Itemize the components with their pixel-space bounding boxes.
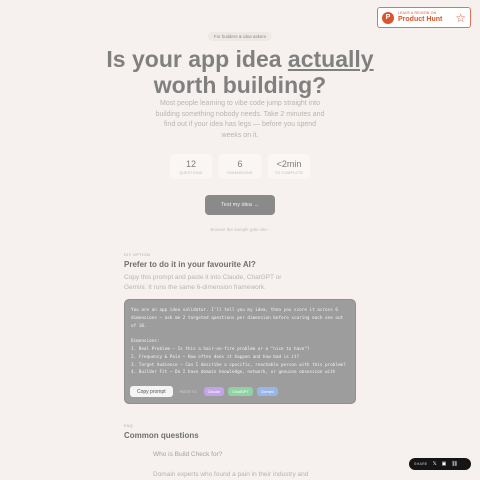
diy-kicker: DIY OPTION xyxy=(124,252,151,257)
stats-row: 12 QUESTIONS 6 DIMENSIONS <2min TO COMPL… xyxy=(170,154,310,179)
prompt-actions: Copy prompt PASTE TO Claude ChatGPT Gemi… xyxy=(130,386,278,397)
stat-value: 6 xyxy=(237,158,243,169)
claude-chip[interactable]: Claude xyxy=(203,387,225,396)
prompt-text: You are an app idea validator. I'll tell… xyxy=(131,308,346,376)
product-hunt-small-label: LEAVE A REVIEW ON xyxy=(398,10,437,15)
diy-heading: Prefer to do it in your favourite AI? xyxy=(124,260,256,269)
title-part1: Is your app idea xyxy=(106,46,288,72)
product-hunt-text: LEAVE A REVIEW ON Product Hunt xyxy=(398,10,451,24)
copy-prompt-button[interactable]: Copy prompt xyxy=(130,386,173,397)
hero-subtitle: Most people learning to vibe code jump s… xyxy=(155,100,325,139)
hero-pill: For builders & idea askers xyxy=(207,32,273,41)
faq-question[interactable]: Who is Build Check for? xyxy=(153,451,222,458)
title-line2: worth building? xyxy=(153,72,327,98)
stat-dimensions: 6 DIMENSIONS xyxy=(219,154,261,179)
page-title: Is your app idea actually worth building… xyxy=(0,46,480,98)
gemini-chip[interactable]: Gemini xyxy=(256,387,278,396)
product-hunt-logo-icon: P xyxy=(382,11,394,24)
stat-time: <2min TO COMPLETE xyxy=(268,154,310,179)
stat-questions: 12 QUESTIONS xyxy=(170,154,212,179)
stat-label: DIMENSIONS xyxy=(227,170,253,175)
prompt-box: You are an app idea validator. I'll tell… xyxy=(124,299,356,404)
faq-kicker: FAQ xyxy=(124,423,133,428)
star-icon: ☆ xyxy=(455,10,466,25)
stat-value: 12 xyxy=(185,158,196,169)
linkedin-icon[interactable]: ▣ xyxy=(442,461,447,467)
stat-label: QUESTIONS xyxy=(179,170,203,175)
product-hunt-badge[interactable]: P LEAVE A REVIEW ON Product Hunt ☆ xyxy=(377,7,471,28)
stat-value: <2min xyxy=(276,158,302,169)
faq-answer: Domain experts who found a pain in their… xyxy=(153,471,309,478)
chatgpt-chip[interactable]: ChatGPT xyxy=(228,387,253,396)
share-label: SHARE xyxy=(414,462,428,466)
browse-sample-link[interactable]: Browse the sample gate site › xyxy=(0,227,480,232)
share-bar: SHARE 𝕏 ▣ ⛓ xyxy=(409,458,471,470)
x-icon[interactable]: 𝕏 xyxy=(433,461,437,467)
faq-heading: Common questions xyxy=(124,431,199,440)
diy-description: Copy this prompt and paste it into Claud… xyxy=(124,274,282,291)
product-hunt-name: Product Hunt xyxy=(398,16,443,24)
link-icon[interactable]: ⛓ xyxy=(451,461,457,467)
paste-to-label: PASTE TO xyxy=(179,389,197,394)
test-idea-button[interactable]: Test my idea → xyxy=(205,195,275,215)
stat-label: TO COMPLETE xyxy=(274,170,304,175)
title-emphasis: actually xyxy=(287,46,374,72)
